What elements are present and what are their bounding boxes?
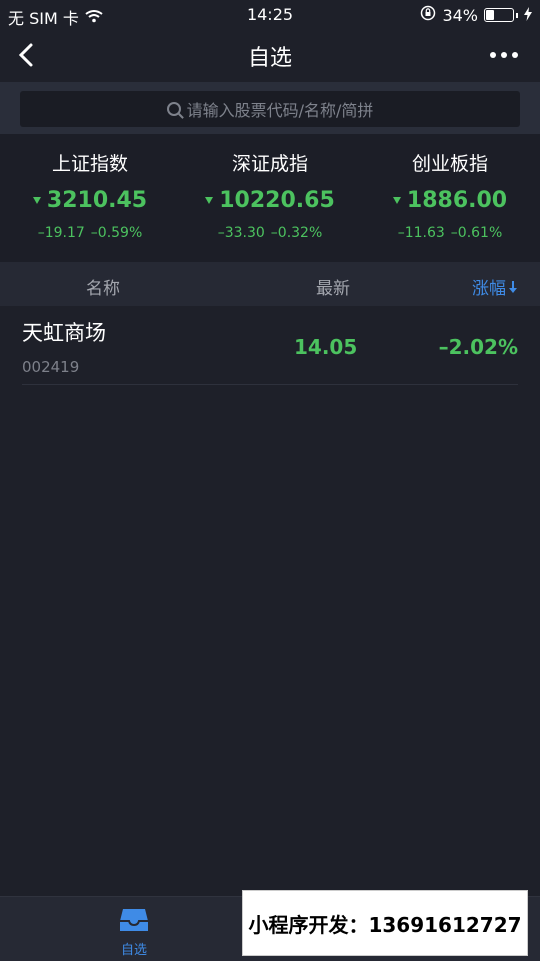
stock-name: 天虹商场 bbox=[22, 321, 106, 345]
tab-label: 自选 bbox=[120, 943, 147, 958]
down-triangle-icon bbox=[205, 197, 214, 204]
search-icon bbox=[166, 102, 181, 116]
search-bar: 请输入股票代码/名称/简拼 bbox=[0, 82, 540, 134]
market-indices: 上证指数 3210.45 –19.17 –0.59% 深证成指 10220.65 … bbox=[0, 134, 540, 262]
index-chinext[interactable]: 创业板指 1886.00 –11.63 –0.61% bbox=[360, 134, 540, 262]
stock-code: 002419 bbox=[22, 358, 80, 376]
index-shenzhen[interactable]: 深证成指 10220.65 –33.30 –0.32% bbox=[180, 134, 360, 262]
battery-cap bbox=[516, 12, 518, 18]
watermark-banner: 小程序开发：13691612727 bbox=[242, 890, 528, 956]
index-value: 1886.00 bbox=[360, 188, 540, 213]
charging-icon bbox=[524, 6, 532, 25]
search-placeholder: 请输入股票代码/名称/简拼 bbox=[186, 101, 374, 120]
divider bbox=[22, 384, 518, 385]
more-icon bbox=[490, 52, 496, 58]
index-value: 10220.65 bbox=[180, 188, 360, 213]
index-change: –19.17 –0.59% bbox=[37, 225, 143, 241]
sort-desc-icon bbox=[508, 280, 518, 294]
table-header: 名称 最新 涨幅 bbox=[0, 262, 540, 306]
column-header-latest[interactable]: 最新 bbox=[316, 274, 350, 299]
tab-watchlist[interactable]: 自选 bbox=[104, 907, 164, 958]
inbox-icon bbox=[119, 907, 149, 933]
index-name: 创业板指 bbox=[411, 153, 488, 175]
more-button[interactable] bbox=[490, 52, 518, 58]
page-title: 自选 bbox=[247, 46, 292, 71]
column-header-name[interactable]: 名称 bbox=[86, 274, 120, 299]
index-shanghai[interactable]: 上证指数 3210.45 –19.17 –0.59% bbox=[0, 134, 180, 262]
stock-price: 14.05 bbox=[294, 335, 358, 359]
down-triangle-icon bbox=[32, 197, 41, 204]
battery-level bbox=[486, 10, 494, 20]
index-value: 3210.45 bbox=[0, 188, 180, 213]
stock-change: –2.02% bbox=[438, 335, 518, 359]
index-name: 深证成指 bbox=[231, 153, 308, 175]
nav-bar: 自选 bbox=[0, 28, 540, 82]
status-right: 34% bbox=[420, 5, 532, 25]
index-change: –33.30 –0.32% bbox=[217, 225, 323, 241]
battery-percent: 34% bbox=[442, 5, 478, 25]
battery-icon bbox=[484, 8, 514, 22]
index-change: –11.63 –0.61% bbox=[397, 225, 503, 241]
column-header-change[interactable]: 涨幅 bbox=[472, 274, 518, 299]
down-triangle-icon bbox=[392, 197, 401, 204]
status-bar: 无 SIM 卡 14:25 34% bbox=[0, 0, 540, 28]
table-row[interactable]: 天虹商场 002419 14.05 –2.02% bbox=[0, 306, 540, 384]
orientation-lock-icon bbox=[420, 5, 436, 25]
search-input[interactable]: 请输入股票代码/名称/简拼 bbox=[20, 91, 520, 127]
index-name: 上证指数 bbox=[51, 153, 128, 175]
